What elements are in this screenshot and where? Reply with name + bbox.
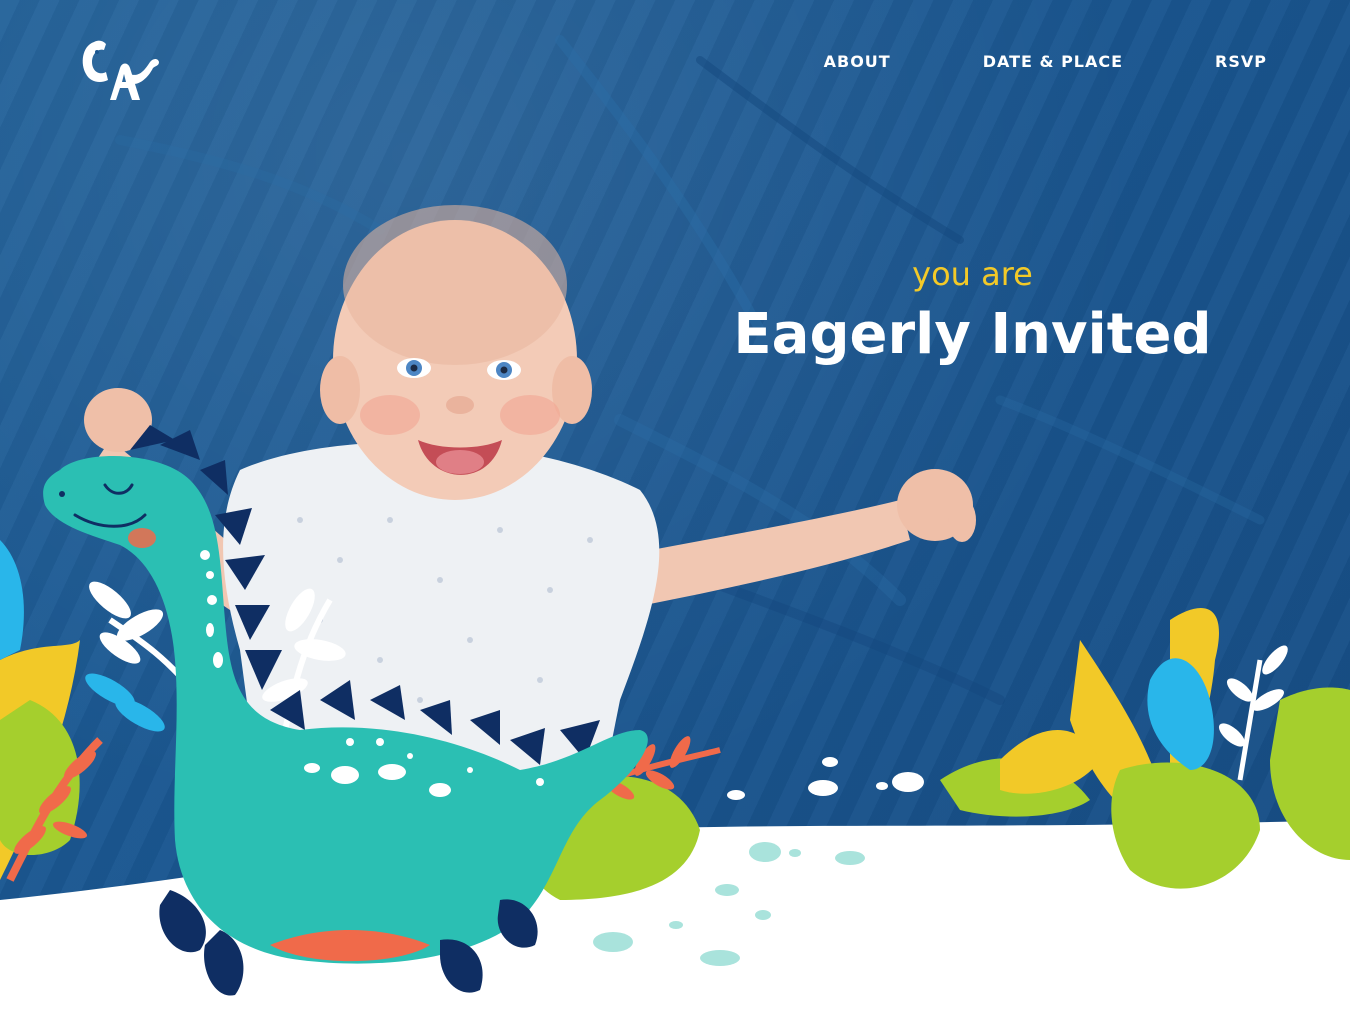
hero-section: ABOUT DATE & PLACE RSVP you are Eagerly … [0,0,1350,1031]
hero-subtitle: you are [912,255,1033,293]
logo-link[interactable] [80,38,162,104]
white-splash-dots [727,757,924,800]
hero-illustration [0,35,1350,1031]
main-navigation: ABOUT DATE & PLACE RSVP [824,51,1267,73]
nav-rsvp-link[interactable]: RSVP [1215,51,1267,73]
hero-headline: you are Eagerly Invited [700,250,1245,370]
nav-date-place-link[interactable]: DATE & PLACE [983,51,1123,73]
hero-title: Eagerly Invited [733,302,1212,367]
nav-about-link[interactable]: ABOUT [824,51,891,73]
dino-monogram-logo-icon [82,40,159,100]
